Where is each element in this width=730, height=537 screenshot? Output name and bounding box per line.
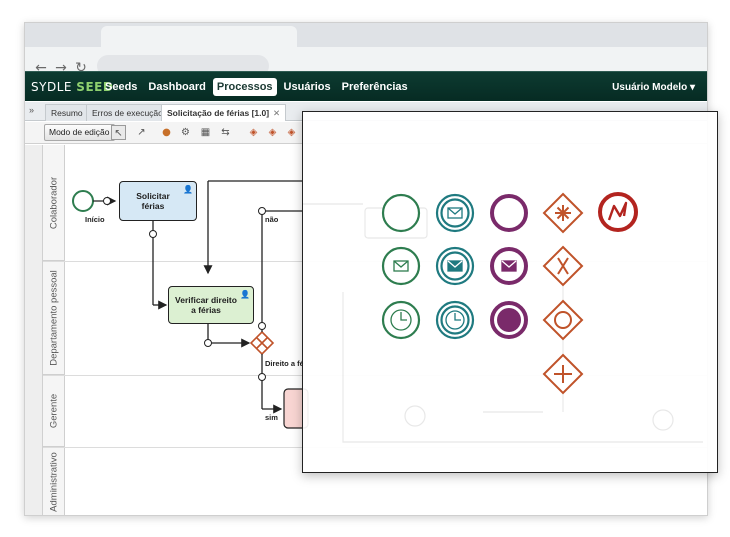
start-event-label: Início [85, 215, 105, 224]
task-label: Verificar direito a férias [175, 295, 237, 315]
tab-solicitacao-ferias[interactable]: Solicitação de férias [1.0] ✕ [161, 104, 287, 121]
connector-tool-icon[interactable]: ↗ [134, 125, 149, 140]
menu-item-dashboard[interactable]: Dashboard [144, 78, 209, 96]
flow-handle[interactable] [204, 339, 212, 347]
gateway-tool-icon[interactable]: ◈ [246, 125, 261, 140]
chevron-down-icon: ▾ [689, 82, 695, 93]
palette-graphic [303, 192, 703, 443]
message-intermediate-event-icon[interactable] [435, 193, 475, 233]
timer-intermediate-event-icon[interactable] [435, 300, 475, 340]
user-icon: 👤 [183, 185, 193, 194]
database-tool-icon[interactable]: ▦ [198, 125, 213, 140]
flow-handle[interactable] [149, 230, 157, 238]
service-task-tool-icon[interactable]: ⚙ [178, 125, 193, 140]
user-menu[interactable]: Usuário Modelo ▾ [612, 82, 695, 93]
start-event-icon[interactable] [381, 193, 421, 233]
start-event[interactable] [72, 190, 94, 212]
message-start-event-icon[interactable] [381, 246, 421, 286]
user-task-tool-icon[interactable]: ● [159, 125, 174, 140]
flow-handle[interactable] [258, 373, 266, 381]
collapse-panel-icon[interactable]: » [29, 105, 34, 115]
edit-mode-button[interactable]: Modo de edição [44, 124, 115, 141]
complex-gateway-icon[interactable] [542, 192, 584, 234]
subprocess-tool-icon[interactable]: ⇆ [218, 125, 233, 140]
task-solicitar-ferias[interactable]: Solicitar férias 👤 [119, 181, 197, 221]
task-label: Solicitar férias [136, 191, 170, 211]
browser-tab-strip [25, 23, 707, 47]
error-end-event-icon[interactable] [598, 192, 638, 232]
tab-solicitacao-ferias-label: Solicitação de férias [1.0] [167, 108, 270, 118]
menu-item-processos[interactable]: Processos [212, 78, 277, 96]
message-catch-event-icon[interactable] [435, 246, 475, 286]
user-icon: 👤 [240, 290, 250, 299]
browser-tab[interactable] [101, 26, 297, 47]
flow-label-yes: sim [265, 413, 278, 422]
task-verificar-direito[interactable]: Verificar direito a férias 👤 [168, 286, 254, 324]
inclusive-gateway-icon[interactable] [542, 299, 584, 341]
bpmn-element-palette [302, 111, 718, 473]
inclusive-gateway-tool-icon[interactable]: ◈ [284, 125, 299, 140]
gateway-label: Direito a fé [265, 359, 304, 368]
user-name: Usuário Modelo [612, 82, 688, 93]
parallel-gateway-icon[interactable] [542, 353, 584, 395]
menu-item-usuarios[interactable]: Usuários [280, 78, 335, 96]
pointer-tool-icon[interactable]: ↖ [111, 125, 126, 140]
main-menu: Seeds Dashboard Processos Usuários Prefe… [101, 78, 412, 96]
end-event-icon[interactable] [490, 301, 528, 339]
timer-start-event-icon[interactable] [381, 300, 421, 340]
close-icon[interactable]: ✕ [273, 108, 280, 118]
app-header: SYDLE SEED Seeds Dashboard Processos Usu… [25, 71, 707, 101]
flow-handle[interactable] [258, 207, 266, 215]
intermediate-event-icon[interactable] [490, 194, 528, 232]
tab-erros-execucao[interactable]: Erros de execução [86, 104, 169, 121]
tab-resumo[interactable]: Resumo [45, 104, 89, 121]
message-end-event-icon[interactable] [490, 247, 528, 285]
flow-handle[interactable] [103, 197, 111, 205]
menu-item-preferencias[interactable]: Preferências [338, 78, 412, 96]
exclusive-gateway-icon[interactable] [542, 245, 584, 287]
logo-left: SYDLE [31, 80, 72, 94]
flow-handle[interactable] [258, 322, 266, 330]
flow-label-no: não [265, 215, 279, 224]
exclusive-gateway-tool-icon[interactable]: ◈ [265, 125, 280, 140]
screenshot-stage: ← → ↻ SYDLE SEED Seeds Dashboard Process… [0, 0, 730, 537]
menu-item-seeds[interactable]: Seeds [101, 78, 141, 96]
